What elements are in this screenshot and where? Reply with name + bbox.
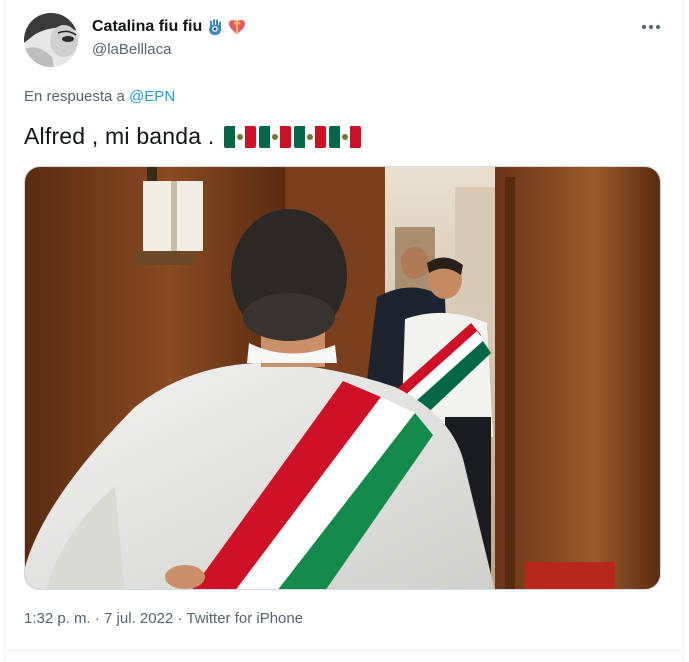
reply-to-link[interactable]: @EPN xyxy=(129,88,175,105)
tweet-date[interactable]: 7 jul. 2022 xyxy=(104,610,173,627)
divider xyxy=(4,650,684,651)
hamsa-emoji-icon xyxy=(206,18,224,36)
display-name[interactable]: Catalina fiu fiu xyxy=(92,18,202,36)
avatar[interactable] xyxy=(24,13,78,67)
flag-emojis xyxy=(224,125,362,148)
meta-separator: · xyxy=(94,610,100,627)
mexico-flag-icon xyxy=(259,125,292,148)
dot xyxy=(656,25,660,29)
meta-separator: · xyxy=(177,610,183,627)
dot xyxy=(649,25,653,29)
handle[interactable]: @laBelllaca xyxy=(92,41,171,58)
mexico-flag-icon xyxy=(329,125,362,148)
tweet-meta: 1:32 p. m. · 7 jul. 2022 · Twitter for i… xyxy=(24,610,303,627)
tweet-time[interactable]: 1:32 p. m. xyxy=(24,610,91,627)
author-name-row[interactable]: Catalina fiu fiu xyxy=(92,16,246,38)
dot xyxy=(642,25,646,29)
heart-with-ribbon-icon xyxy=(228,18,246,36)
mexico-flag-icon xyxy=(224,125,257,148)
reply-prefix: En respuesta a xyxy=(24,88,125,105)
tweet-photo[interactable] xyxy=(24,166,661,590)
reply-context: En respuesta a @EPN xyxy=(24,88,175,105)
mexico-flag-icon xyxy=(294,125,327,148)
tweet-text: Alfred , mi banda . xyxy=(24,123,362,150)
tweet-text-body: Alfred , mi banda . xyxy=(24,123,215,149)
tweet-source[interactable]: Twitter for iPhone xyxy=(186,610,303,627)
more-options-button[interactable] xyxy=(638,18,664,36)
